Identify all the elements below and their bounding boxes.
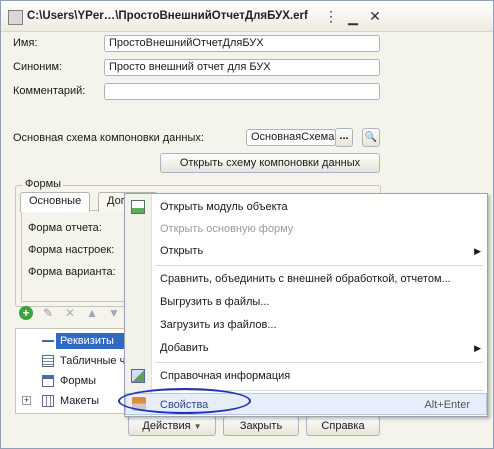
menu-item-import[interactable]: Загрузить из файлов... xyxy=(125,314,487,336)
form-icon xyxy=(42,375,54,387)
template-icon xyxy=(42,395,54,407)
help-button[interactable]: Справка xyxy=(306,416,380,436)
menu-item-label: Выгрузить в файлы... xyxy=(160,296,270,308)
menu-separator xyxy=(155,265,483,266)
menu-shortcut: Alt+Enter xyxy=(424,399,470,411)
forms-group-title: Формы xyxy=(23,178,64,190)
tree-label: Реквизиты xyxy=(60,335,114,347)
move-up-icon[interactable]: ▲ xyxy=(85,306,99,320)
name-label: Имя: xyxy=(13,37,38,49)
name-field[interactable]: ПростоВнешнийОтчетДляБУХ xyxy=(104,35,380,52)
context-menu: Открыть модуль объекта Открыть основную … xyxy=(124,193,488,417)
comment-field[interactable] xyxy=(104,83,380,100)
add-icon[interactable]: + xyxy=(19,306,33,320)
move-down-icon[interactable]: ▼ xyxy=(107,306,121,320)
schema-label: Основная схема компоновки данных: xyxy=(13,132,204,144)
menu-item-label: Загрузить из файлов... xyxy=(160,319,277,331)
report-form-label: Форма отчета: xyxy=(28,222,102,234)
tree-item-attributes[interactable]: Реквизиты xyxy=(16,332,136,350)
menu-item-reference-info[interactable]: Справочная информация xyxy=(125,365,487,387)
open-schema-button[interactable]: Открыть схему компоновки данных xyxy=(160,153,380,173)
close-icon[interactable]: ✕ xyxy=(368,9,382,23)
minimize-icon[interactable]: ▁ xyxy=(346,9,360,25)
ellipsis-menu-icon[interactable]: ⋮ xyxy=(324,9,338,23)
submenu-arrow-icon: ▶ xyxy=(474,343,481,353)
actions-button[interactable]: Действия ▼ xyxy=(128,416,216,436)
help-info-icon xyxy=(131,369,145,383)
settings-form-label: Форма настроек: xyxy=(28,244,115,256)
close-button[interactable]: Закрыть xyxy=(223,416,299,436)
search-icon[interactable]: 🔍 xyxy=(362,128,380,147)
tree-label: Макеты xyxy=(60,395,100,407)
menu-item-export[interactable]: Выгрузить в файлы... xyxy=(125,291,487,313)
variant-form-label: Форма варианта: xyxy=(28,266,116,278)
menu-item-label: Открыть основную форму xyxy=(160,223,294,235)
actions-label: Действия xyxy=(142,420,191,432)
tab-main[interactable]: Основные xyxy=(20,192,91,212)
highlight-ellipse xyxy=(118,388,251,414)
menu-item-open-module[interactable]: Открыть модуль объекта xyxy=(125,196,487,218)
menu-item-open[interactable]: Открыть ▶ xyxy=(125,240,487,262)
menu-item-compare[interactable]: Сравнить, объединить с внешней обработко… xyxy=(125,268,487,290)
menu-item-label: Добавить xyxy=(160,342,209,354)
chevron-down-icon: ▼ xyxy=(193,422,202,431)
module-icon xyxy=(131,200,145,214)
window-title: C:\Users\YPer…\ПростоВнешнийОтчетДляБУХ.… xyxy=(27,10,308,22)
menu-item-label: Открыть xyxy=(160,245,204,257)
table-icon xyxy=(42,355,54,367)
tree-label: Табличные ча xyxy=(60,355,132,367)
title-bar: C:\Users\YPer…\ПростоВнешнийОтчетДляБУХ.… xyxy=(1,1,493,32)
report-file-icon xyxy=(8,10,23,25)
menu-item-label: Открыть модуль объекта xyxy=(160,201,288,213)
menu-separator xyxy=(155,362,483,363)
submenu-arrow-icon: ▶ xyxy=(474,246,481,256)
menu-item-add[interactable]: Добавить ▶ xyxy=(125,337,487,359)
menu-item-label: Справочная информация xyxy=(160,370,291,382)
comment-label: Комментарий: xyxy=(13,85,86,97)
delete-icon[interactable]: ✕ xyxy=(63,306,77,320)
menu-item-open-main-form[interactable]: Открыть основную форму xyxy=(125,218,487,240)
synonym-field[interactable]: Просто внешний отчет для БУХ xyxy=(104,59,380,76)
edit-icon[interactable]: ✎ xyxy=(41,306,55,320)
schema-choose-button[interactable]: ... xyxy=(335,128,353,147)
synonym-label: Синоним: xyxy=(13,61,63,73)
menu-item-label: Сравнить, объединить с внешней обработко… xyxy=(160,273,451,285)
attribute-icon xyxy=(42,340,54,342)
tree-label: Формы xyxy=(60,375,97,387)
expand-icon[interactable]: + xyxy=(22,396,31,405)
schema-field[interactable]: ОсновнаяСхема xyxy=(246,129,336,146)
